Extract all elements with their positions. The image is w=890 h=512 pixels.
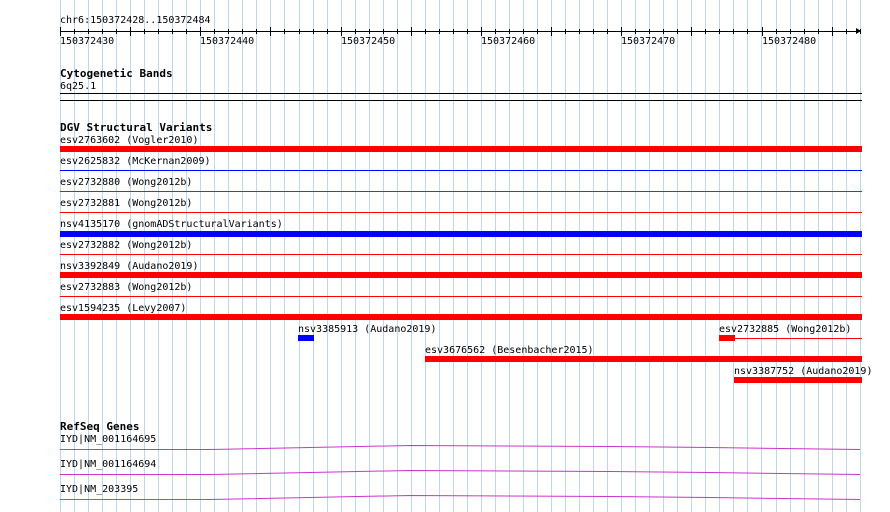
transcript-line[interactable] (60, 494, 861, 500)
transcript-lines (60, 444, 861, 500)
genome-browser-view: chr6:150372428..150372484 150372430 1503… (0, 0, 890, 512)
transcript-line[interactable] (60, 469, 861, 475)
transcript-line[interactable] (60, 444, 861, 450)
